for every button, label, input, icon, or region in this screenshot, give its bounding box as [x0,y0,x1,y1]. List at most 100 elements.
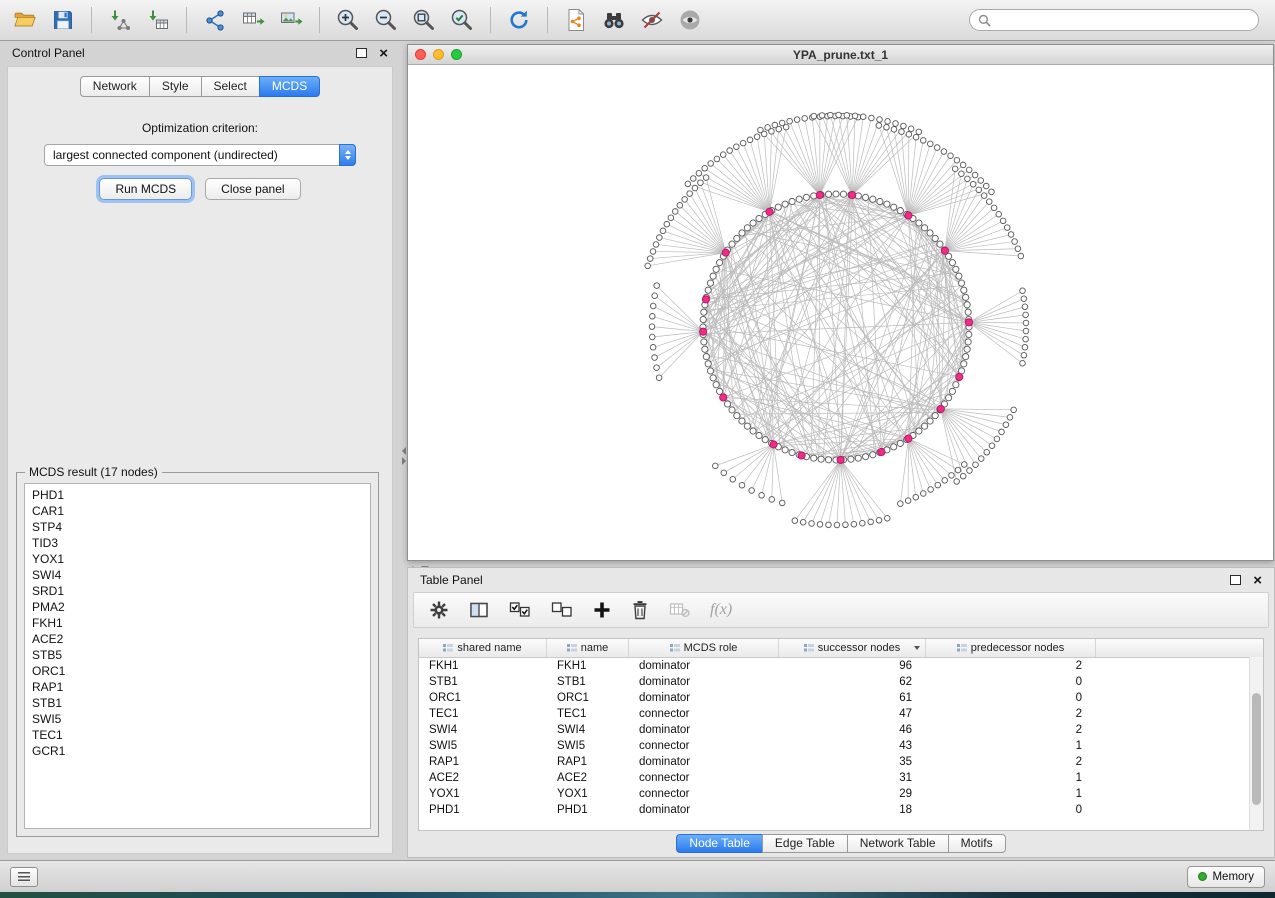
zoom-fit-button[interactable] [405,3,443,37]
network-leaf-node[interactable] [1008,232,1014,238]
splitter-arrows-icon[interactable] [400,445,407,467]
network-leaf-node[interactable] [885,119,891,125]
float-table-panel-icon[interactable] [1230,575,1241,585]
network-leaf-node[interactable] [954,157,960,163]
mcds-result-item[interactable]: CAR1 [32,503,370,519]
network-leaf-node[interactable] [819,113,825,119]
network-leaf-node[interactable] [1003,422,1009,428]
network-leaf-node[interactable] [989,189,995,195]
network-leaf-node[interactable] [986,199,992,205]
search-box[interactable] [969,9,1259,31]
network-leaf-node[interactable] [981,193,987,199]
network-leaf-node[interactable] [1000,218,1006,224]
network-node[interactable] [756,432,762,438]
network-leaf-node[interactable] [754,134,760,140]
network-leaf-node[interactable] [860,520,866,526]
control-tab-network[interactable]: Network [80,76,149,97]
apply-layout-button[interactable] [500,3,538,37]
mcds-result-item[interactable]: YOX1 [32,551,370,567]
network-leaf-node[interactable] [769,497,775,503]
network-node[interactable] [840,191,846,197]
network-leaf-node[interactable] [1020,288,1026,294]
network-leaf-node[interactable] [702,165,708,171]
delete-column-button[interactable] [630,598,650,622]
table-tab-node-table[interactable]: Node Table [676,834,762,853]
network-leaf-node[interactable] [802,116,808,122]
network-node[interactable] [756,215,762,221]
network-leaf-node[interactable] [960,473,966,479]
network-mcds-node[interactable] [720,394,727,401]
network-node[interactable] [891,444,897,450]
network-node[interactable] [734,413,740,419]
network-node[interactable] [870,196,876,202]
network-node[interactable] [964,302,970,308]
network-leaf-node[interactable] [645,263,651,269]
network-leaf-node[interactable] [901,123,907,129]
network-node[interactable] [897,207,903,213]
network-node[interactable] [739,230,745,236]
network-leaf-node[interactable] [999,429,1005,435]
table-row[interactable]: STB1STB1dominator620 [419,674,1263,690]
network-leaf-node[interactable] [941,149,947,155]
column-header-MCDS-role[interactable]: MCDS role [629,639,779,657]
network-leaf-node[interactable] [927,141,933,147]
save-session-button[interactable] [44,3,82,37]
network-node[interactable] [729,241,735,247]
network-leaf-node[interactable] [677,202,683,208]
mcds-result-item[interactable]: ORC1 [32,663,370,679]
network-node[interactable] [713,382,719,388]
network-node[interactable] [966,331,972,337]
network-leaf-node[interactable] [739,482,745,488]
network-node[interactable] [877,198,883,204]
toggle-graphics-details-button[interactable] [633,3,671,37]
network-node[interactable] [789,198,795,204]
network-leaf-node[interactable] [978,456,984,462]
network-leaf-node[interactable] [884,124,890,130]
mcds-result-item[interactable]: TEC1 [32,727,370,743]
birds-eye-view-button[interactable] [595,3,633,37]
network-leaf-node[interactable] [920,138,926,144]
network-leaf-node[interactable] [687,191,693,197]
network-node[interactable] [744,225,750,231]
network-node[interactable] [818,456,824,462]
network-leaf-node[interactable] [721,470,727,476]
network-leaf-node[interactable] [860,114,866,120]
column-header-successor-nodes[interactable]: successor nodes [779,639,926,657]
open-session-button[interactable] [6,3,44,37]
mcds-result-item[interactable]: ACE2 [32,631,370,647]
network-canvas[interactable] [408,65,1273,560]
network-leaf-node[interactable] [961,462,967,468]
network-leaf-node[interactable] [828,112,834,118]
table-settings-button[interactable] [428,598,450,622]
network-leaf-node[interactable] [934,145,940,151]
network-node[interactable] [965,309,971,315]
select-all-rows-button[interactable] [508,598,532,622]
import-network-button[interactable] [101,3,139,37]
network-node[interactable] [932,413,938,419]
network-leaf-node[interactable] [989,443,995,449]
network-node[interactable] [782,201,788,207]
network-leaf-node[interactable] [899,129,905,135]
network-leaf-node[interactable] [660,228,666,234]
network-leaf-node[interactable] [1022,344,1028,350]
network-node[interactable] [956,273,962,279]
network-leaf-node[interactable] [654,283,660,289]
table-row[interactable]: ORC1ORC1dominator610 [419,690,1263,706]
network-leaf-node[interactable] [652,293,658,299]
network-leaf-node[interactable] [893,121,899,127]
network-leaf-node[interactable] [884,515,890,521]
network-leaf-node[interactable] [1023,312,1029,318]
network-leaf-node[interactable] [794,117,800,123]
network-node[interactable] [707,368,713,374]
network-leaf-node[interactable] [720,152,726,158]
network-node[interactable] [848,456,854,462]
network-leaf-node[interactable] [826,522,832,528]
network-node[interactable] [884,201,890,207]
network-mcds-node[interactable] [905,212,912,219]
network-leaf-node[interactable] [1015,246,1021,252]
network-node[interactable] [734,235,740,241]
network-node[interactable] [862,454,868,460]
network-leaf-node[interactable] [708,161,714,167]
network-node[interactable] [964,346,970,352]
network-node[interactable] [750,220,756,226]
